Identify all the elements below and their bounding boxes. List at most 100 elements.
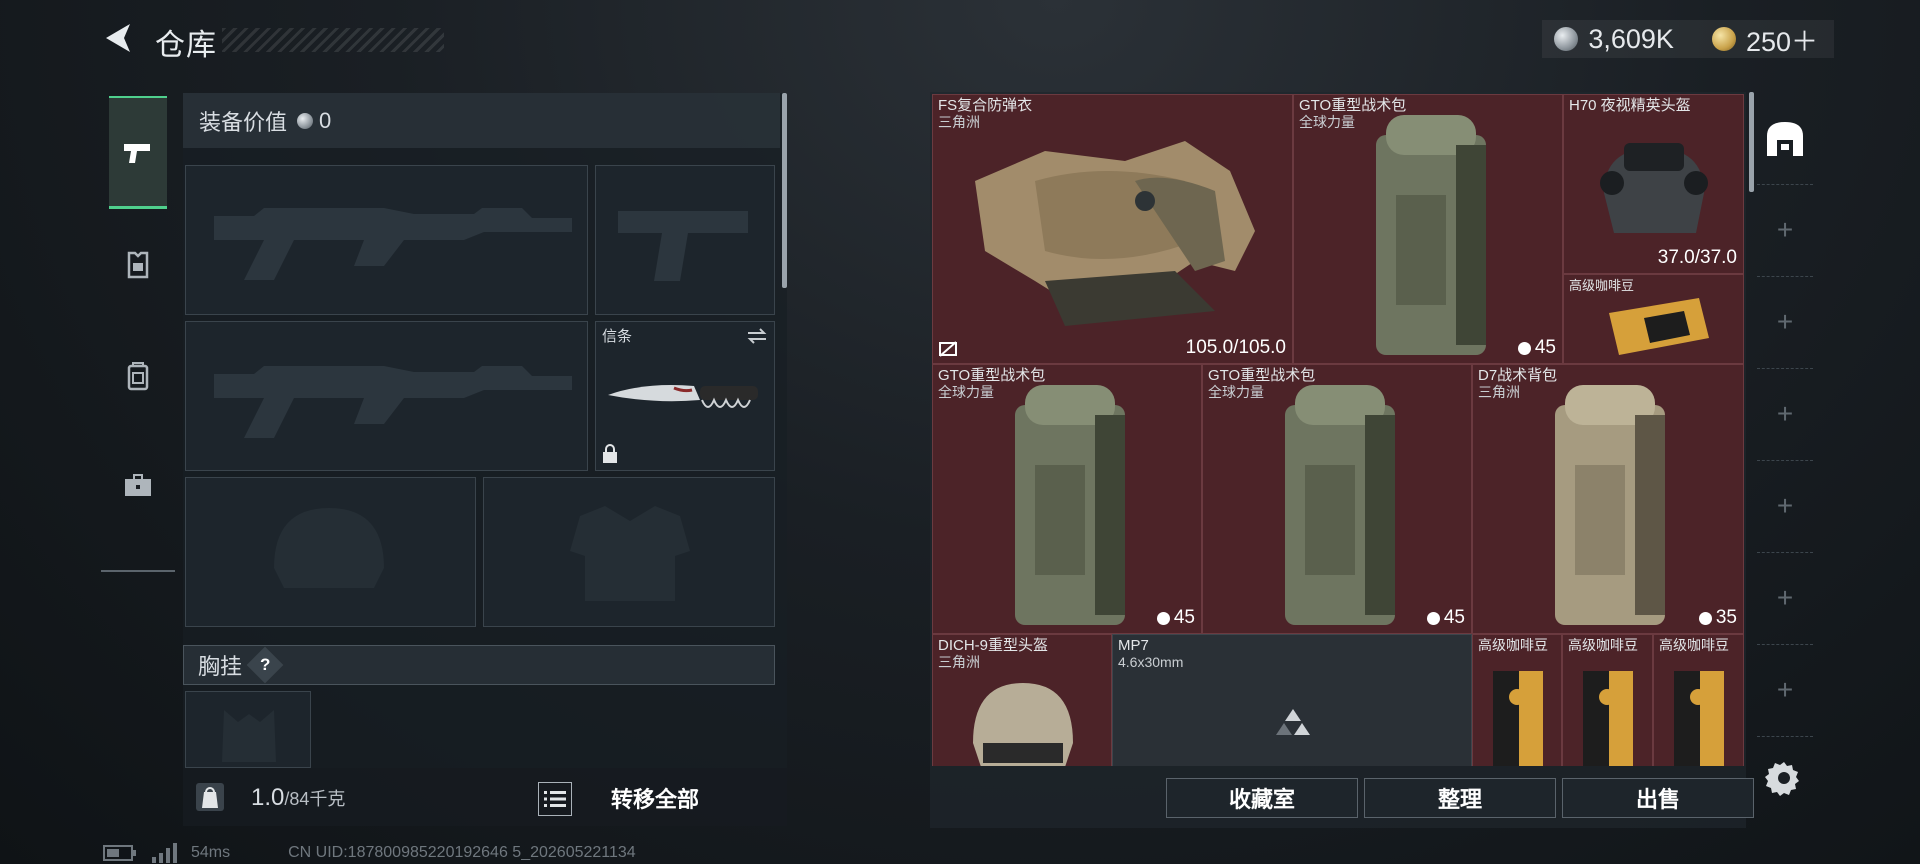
equipment-value-label: 装备价值 — [199, 109, 288, 135]
helmet-icon — [973, 683, 1073, 766]
item-subtitle: 4.6x30mm — [1118, 654, 1184, 670]
rifle-silhouette-icon — [214, 208, 572, 280]
melee-slot[interactable]: 信条 — [595, 321, 775, 471]
tab-add-storage[interactable]: + — [1757, 368, 1813, 461]
lock-icon — [603, 444, 617, 463]
organize-button[interactable]: 整理 — [1364, 778, 1556, 818]
pistol-slot[interactable] — [595, 165, 775, 315]
item-name: 高级咖啡豆 — [1659, 637, 1729, 653]
item-vest[interactable]: FS复合防弹衣 三角洲 105.0/105.0 — [932, 94, 1293, 364]
back-arrow-icon — [106, 24, 130, 52]
user-uid: CN UID:187800985220192646 5_202605221134 — [288, 844, 636, 861]
item-coffee[interactable]: 高级咖啡豆 — [1563, 274, 1744, 364]
helmet-slot[interactable] — [185, 477, 476, 627]
backpack-icon — [1285, 385, 1395, 625]
melee-label: 信条 — [602, 328, 633, 345]
silver-balance: 3,609K — [1588, 23, 1674, 54]
no-repair-icon — [939, 341, 957, 357]
tab-add-storage[interactable]: + — [1757, 184, 1813, 277]
briefcase-icon — [125, 474, 151, 496]
gear-icon — [1765, 762, 1799, 796]
tab-add-storage[interactable]: + — [1757, 276, 1813, 369]
backpack-icon — [127, 362, 149, 391]
help-icon[interactable]: ? — [246, 646, 284, 684]
title-decoration — [222, 28, 444, 52]
chest-rig-label: 胸挂 — [198, 654, 243, 679]
coffee-bag-icon — [1674, 671, 1724, 766]
helmet-silhouette-icon — [274, 508, 384, 588]
equipment-scrollbar[interactable] — [782, 93, 787, 288]
item-backpack[interactable]: GTO重型战术包 全球力量 45 — [932, 364, 1202, 634]
item-subtitle: 全球力量 — [938, 384, 994, 400]
tab-add-storage[interactable]: + — [1757, 552, 1813, 645]
durability-value: 37.0/37.0 — [1657, 247, 1737, 268]
gold-coin-icon — [1711, 27, 1736, 51]
item-subtitle: 三角洲 — [938, 654, 980, 670]
weight-icon — [196, 783, 224, 811]
settings-button[interactable] — [1764, 758, 1804, 798]
item-coffee[interactable]: 高级咖啡豆 — [1653, 634, 1744, 766]
nav-armor[interactable] — [109, 210, 167, 318]
item-backpack[interactable]: GTO重型战术包 全球力量 45 — [1202, 364, 1472, 634]
tab-storage-main[interactable] — [1757, 92, 1813, 185]
tab-add-storage[interactable]: + — [1757, 644, 1813, 737]
nv-helmet-icon — [1600, 143, 1708, 233]
capacity-badge: 45 — [1156, 607, 1195, 629]
item-coffee[interactable]: 高级咖啡豆 — [1472, 634, 1562, 766]
item-subtitle: 三角洲 — [1478, 384, 1520, 400]
item-backpack-tan[interactable]: D7战术背包 三角洲 35 — [1472, 364, 1744, 634]
item-name: H70 夜视精英头盔 — [1569, 97, 1691, 114]
item-helmet[interactable]: DICH-9重型头盔 三角洲 — [932, 634, 1112, 766]
ping: 54ms — [191, 844, 231, 861]
backpack-icon — [1555, 385, 1665, 625]
tab-add-storage[interactable]: + — [1757, 460, 1813, 553]
weight-readout: 1.0/84千克 — [251, 784, 345, 812]
primary-weapon-slot-1[interactable] — [185, 165, 588, 315]
warehouse-scrollbar[interactable] — [1749, 92, 1754, 192]
nav-weapons[interactable] — [109, 96, 167, 209]
left-category-nav — [101, 92, 175, 572]
equipment-value-header: 装备价值 0 — [183, 93, 780, 148]
chest-rig-slot[interactable] — [185, 691, 311, 768]
armor-icon — [127, 251, 149, 279]
currency-bar[interactable]: 3,609K 250＋ — [1542, 20, 1834, 58]
collection-room-button[interactable]: 收藏室 — [1166, 778, 1358, 818]
durability-value: 105.0/105.0 — [1185, 337, 1286, 358]
transfer-all-button[interactable]: 转移全部 — [535, 778, 775, 818]
item-name: 高级咖啡豆 — [1568, 637, 1638, 653]
item-smg[interactable]: MP7 4.6x30mm — [1112, 634, 1472, 766]
item-name: FS复合防弹衣 — [938, 97, 1033, 114]
page-title: 仓库 — [155, 29, 217, 62]
equipment-panel: 装备价值 0 信条 胸挂 ? — [183, 93, 787, 768]
swap-icon[interactable] — [746, 326, 768, 346]
chest-rig-header: 胸挂 ? — [183, 645, 775, 685]
battery-icon — [103, 845, 136, 861]
backpack-icon — [1015, 385, 1125, 625]
item-coffee[interactable]: 高级咖啡豆 — [1562, 634, 1653, 766]
back-button[interactable] — [100, 20, 136, 56]
vest-silhouette-icon — [570, 506, 690, 601]
knife-icon — [608, 385, 758, 408]
nav-backpack[interactable] — [109, 322, 167, 430]
warehouse-panel: FS复合防弹衣 三角洲 105.0/105.0 GTO重型战术包 全球力量 45… — [930, 92, 1746, 828]
vest-icon — [975, 141, 1255, 326]
coffee-bag-icon — [1583, 671, 1633, 766]
nav-briefcase[interactable] — [109, 432, 167, 540]
item-name: 高级咖啡豆 — [1478, 637, 1548, 653]
gold-balance: 250＋ — [1745, 26, 1818, 57]
weight-max: /84千克 — [284, 789, 346, 809]
warehouse-tabs: + + + + + + — [1757, 92, 1813, 737]
primary-weapon-slot-2[interactable] — [185, 321, 588, 471]
chest-rig-silhouette-icon — [222, 710, 276, 762]
loading-triangles-icon — [1276, 709, 1310, 735]
armor-slot[interactable] — [483, 477, 775, 627]
silver-coin-icon — [1554, 27, 1579, 51]
coffee-bag-icon — [1609, 298, 1709, 355]
pistol-silhouette-icon — [618, 211, 748, 281]
silver-coin-icon — [297, 112, 314, 129]
item-nv-helmet[interactable]: H70 夜视精英头盔 37.0/37.0 — [1563, 94, 1744, 274]
weight-current: 1.0 — [251, 784, 285, 811]
status-line: 54ms CN UID:187800985220192646 5_2026052… — [103, 843, 636, 863]
sell-button[interactable]: 出售 — [1562, 778, 1754, 818]
item-backpack[interactable]: GTO重型战术包 全球力量 45 — [1293, 94, 1563, 364]
